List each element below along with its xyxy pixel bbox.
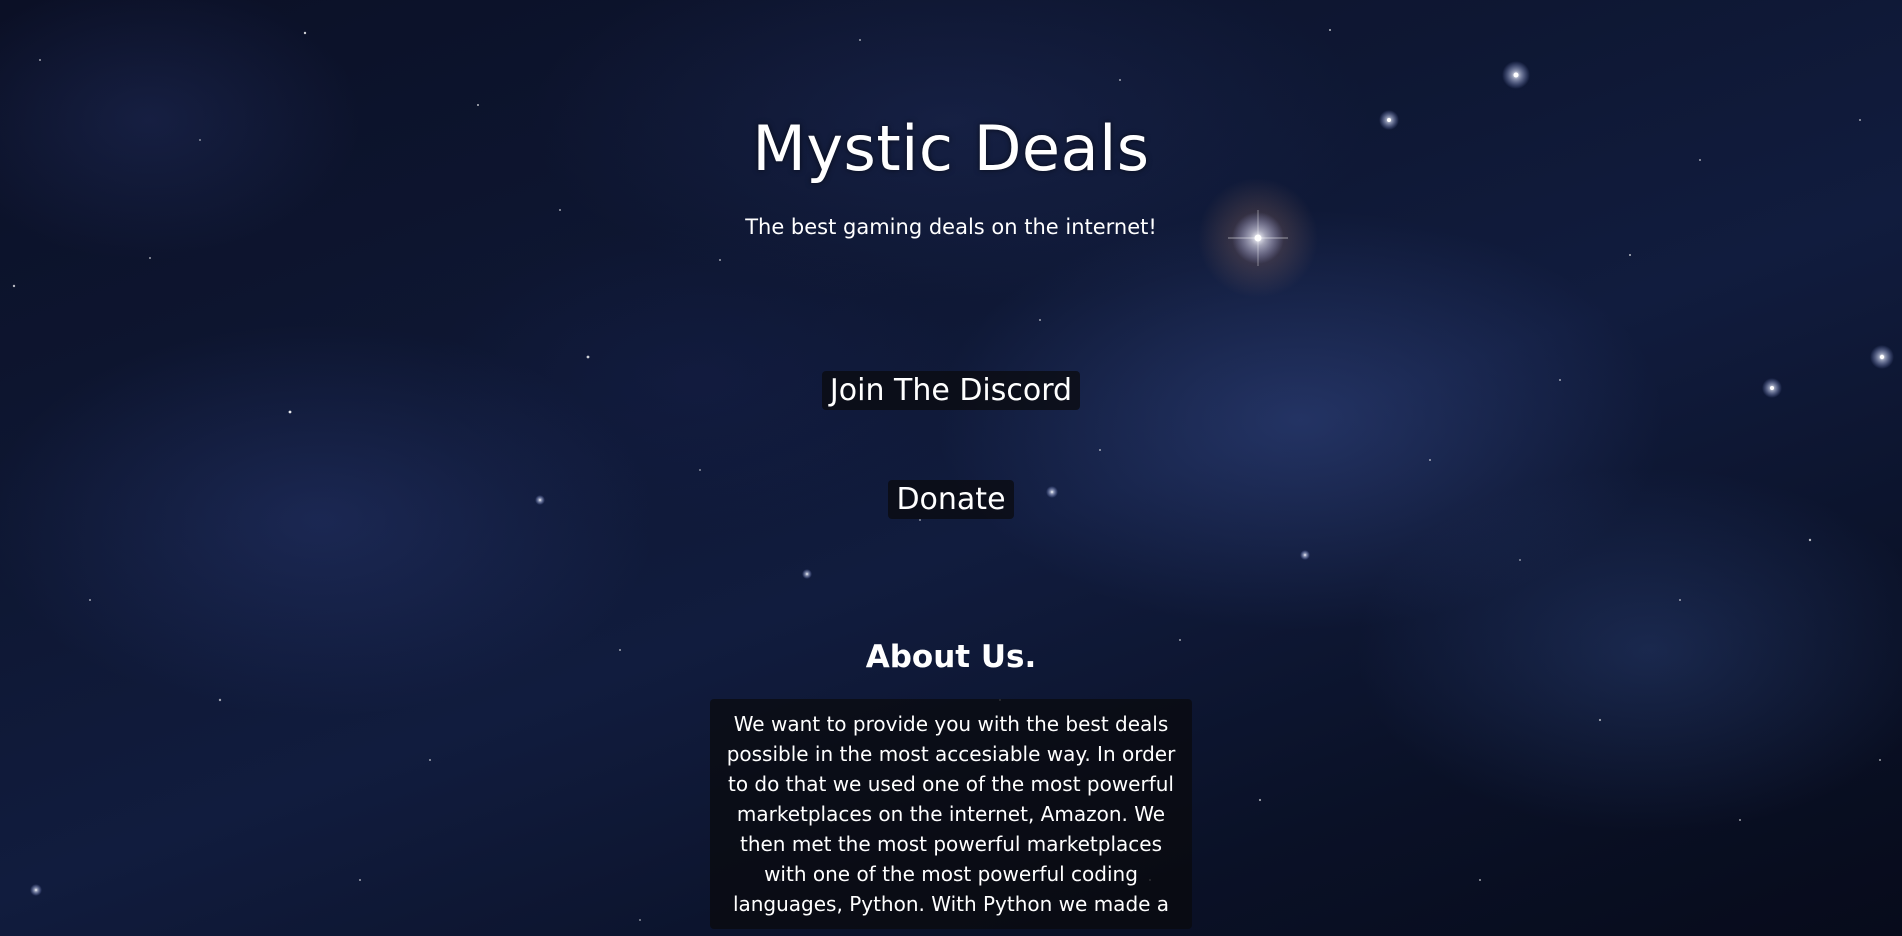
donate-button[interactable]: Donate [888, 480, 1014, 519]
site-tagline: The best gaming deals on the internet! [745, 215, 1157, 239]
site-title: Mystic Deals [752, 112, 1150, 185]
about-text: We want to provide you with the best dea… [710, 699, 1192, 929]
page-content: Mystic Deals The best gaming deals on th… [0, 0, 1902, 929]
join-discord-button[interactable]: Join The Discord [821, 371, 1081, 410]
about-heading: About Us. [865, 639, 1037, 675]
